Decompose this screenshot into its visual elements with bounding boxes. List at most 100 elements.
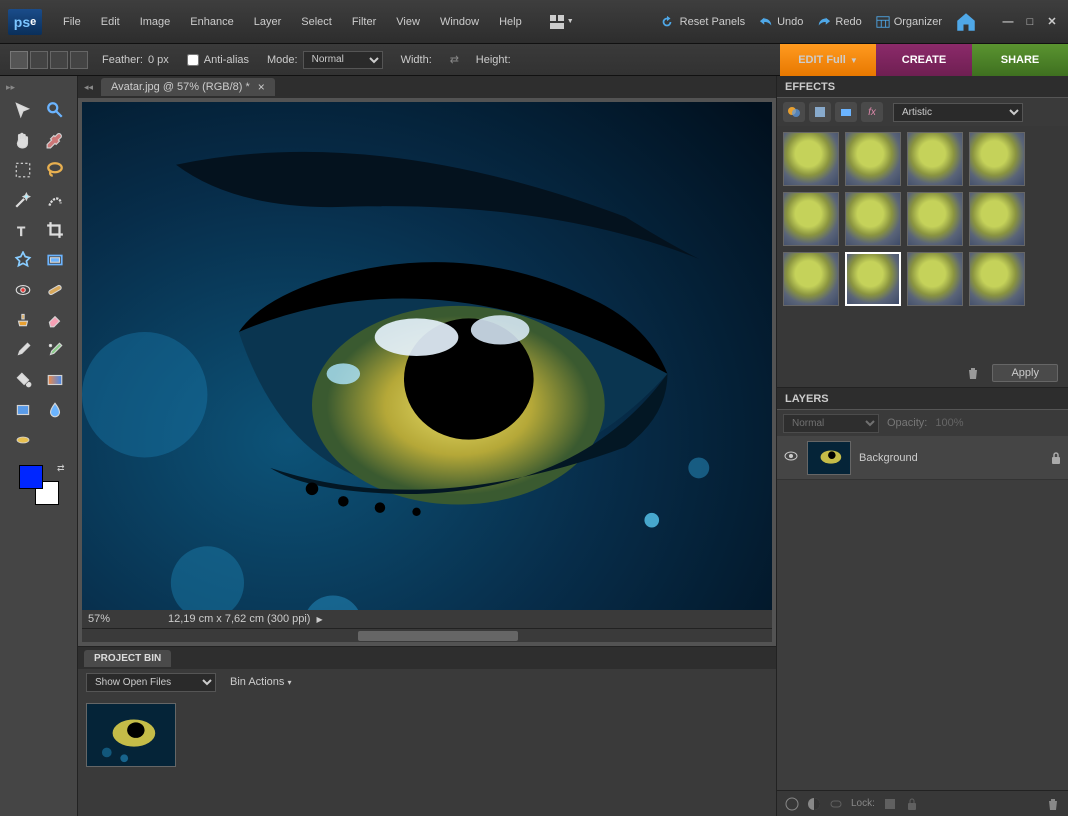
delete-layer-icon[interactable] (1046, 797, 1060, 811)
menu-image[interactable]: Image (131, 12, 180, 32)
canvas[interactable] (82, 102, 772, 610)
apply-button[interactable]: Apply (992, 364, 1058, 382)
eraser-tool[interactable] (41, 307, 69, 333)
filters-tab-icon[interactable] (783, 102, 805, 122)
cookie-cutter-tool[interactable] (9, 247, 37, 273)
menu-layer[interactable]: Layer (245, 12, 291, 32)
marquee-tool[interactable] (9, 157, 37, 183)
zoom-level[interactable]: 57% (88, 613, 148, 625)
show-open-files-select[interactable]: Show Open Files (86, 673, 216, 692)
menu-view[interactable]: View (387, 12, 429, 32)
type-tool[interactable]: T (9, 217, 37, 243)
selection-intersect-icon[interactable] (70, 51, 88, 69)
maximize-icon[interactable]: □ (1022, 14, 1038, 30)
effect-thumb[interactable] (907, 132, 963, 186)
reset-panels-button[interactable]: Reset Panels (660, 15, 745, 29)
arrange-button[interactable]: ▼ (549, 12, 577, 32)
paint-bucket-tool[interactable] (9, 367, 37, 393)
gradient-tool[interactable] (41, 367, 69, 393)
layer-name[interactable]: Background (859, 452, 1042, 464)
close-icon[interactable]: ✕ (1044, 14, 1060, 30)
menu-edit[interactable]: Edit (92, 12, 129, 32)
sponge-tool[interactable] (9, 427, 37, 453)
organizer-button[interactable]: Organizer (876, 15, 942, 29)
effect-thumb[interactable] (969, 132, 1025, 186)
brush-tool[interactable] (9, 337, 37, 363)
effect-thumb[interactable] (783, 252, 839, 306)
share-mode-tab[interactable]: SHARE (972, 44, 1068, 76)
blend-mode-select[interactable]: Normal (783, 414, 879, 433)
foreground-color-swatch[interactable] (19, 465, 43, 489)
menu-filter[interactable]: Filter (343, 12, 385, 32)
healing-tool[interactable] (41, 277, 69, 303)
info-chevron-icon[interactable]: ▶ (316, 615, 322, 624)
antialias-checkbox[interactable] (187, 54, 199, 66)
effects-header[interactable]: EFFECTS (777, 76, 1068, 98)
feather-value[interactable]: 0 px (148, 54, 169, 66)
color-picker[interactable]: ⇄ (19, 465, 59, 505)
effects-tab-icon[interactable] (835, 102, 857, 122)
fx-tab-icon[interactable]: fx (861, 102, 883, 122)
recompose-tool[interactable] (41, 247, 69, 273)
effect-thumb[interactable] (845, 252, 901, 306)
lock-all-icon[interactable] (905, 797, 919, 811)
hand-tool[interactable] (9, 127, 37, 153)
selection-new-icon[interactable] (10, 51, 28, 69)
shape-tool[interactable] (9, 397, 37, 423)
effects-category-select[interactable]: Artistic (893, 103, 1023, 122)
effect-thumb[interactable] (845, 132, 901, 186)
move-tool[interactable] (9, 97, 37, 123)
effect-thumb[interactable] (845, 192, 901, 246)
layers-header[interactable]: LAYERS (777, 388, 1068, 410)
adjustment-layer-icon[interactable] (807, 797, 821, 811)
effect-thumb[interactable] (907, 192, 963, 246)
redo-button[interactable]: Redo (817, 15, 861, 29)
effect-thumb[interactable] (783, 192, 839, 246)
link-layers-icon[interactable] (829, 797, 843, 811)
project-bin-tab[interactable]: PROJECT BIN (84, 650, 171, 667)
eyedropper-tool[interactable] (41, 127, 69, 153)
styles-tab-icon[interactable] (809, 102, 831, 122)
layer-thumbnail[interactable] (807, 441, 851, 475)
selection-add-icon[interactable] (30, 51, 48, 69)
new-adjustment-icon[interactable] (785, 797, 799, 811)
close-tab-icon[interactable]: × (258, 80, 265, 94)
toolbox-collapse-icon[interactable]: ▸▸ (0, 82, 77, 93)
bin-thumbnail[interactable] (86, 703, 176, 767)
menu-enhance[interactable]: Enhance (181, 12, 242, 32)
quick-selection-tool[interactable] (41, 187, 69, 213)
toolbox: ▸▸ T ⇄ (0, 76, 78, 816)
menu-file[interactable]: File (54, 12, 90, 32)
clone-stamp-tool[interactable] (9, 307, 37, 333)
mode-select[interactable]: Normal (303, 51, 383, 69)
magic-wand-tool[interactable] (9, 187, 37, 213)
effect-thumb[interactable] (907, 252, 963, 306)
home-icon[interactable] (956, 12, 976, 32)
tabs-collapse-icon[interactable]: ◂◂ (84, 82, 93, 93)
effect-thumb[interactable] (969, 252, 1025, 306)
minimize-icon[interactable]: — (1000, 14, 1016, 30)
lasso-tool[interactable] (41, 157, 69, 183)
effect-thumb[interactable] (969, 192, 1025, 246)
crop-tool[interactable] (41, 217, 69, 243)
trash-icon[interactable] (966, 366, 980, 380)
create-mode-tab[interactable]: CREATE (876, 44, 972, 76)
menu-help[interactable]: Help (490, 12, 531, 32)
menu-select[interactable]: Select (292, 12, 341, 32)
undo-button[interactable]: Undo (759, 15, 803, 29)
zoom-tool[interactable] (41, 97, 69, 123)
menu-window[interactable]: Window (431, 12, 488, 32)
horizontal-scrollbar[interactable] (82, 628, 772, 642)
bin-actions-menu[interactable]: Bin Actions ▾ (230, 676, 292, 688)
swap-icon[interactable]: ⇄ (450, 53, 466, 66)
blur-tool[interactable] (41, 397, 69, 423)
layer-row[interactable]: Background (777, 436, 1068, 480)
lock-pixels-icon[interactable] (883, 797, 897, 811)
redeye-tool[interactable] (9, 277, 37, 303)
effect-thumb[interactable] (783, 132, 839, 186)
selection-sub-icon[interactable] (50, 51, 68, 69)
edit-mode-tab[interactable]: EDIT Full▼ (780, 44, 876, 76)
document-tab[interactable]: Avatar.jpg @ 57% (RGB/8) * × (101, 78, 275, 96)
visibility-icon[interactable] (783, 449, 799, 466)
smart-brush-tool[interactable] (41, 337, 69, 363)
